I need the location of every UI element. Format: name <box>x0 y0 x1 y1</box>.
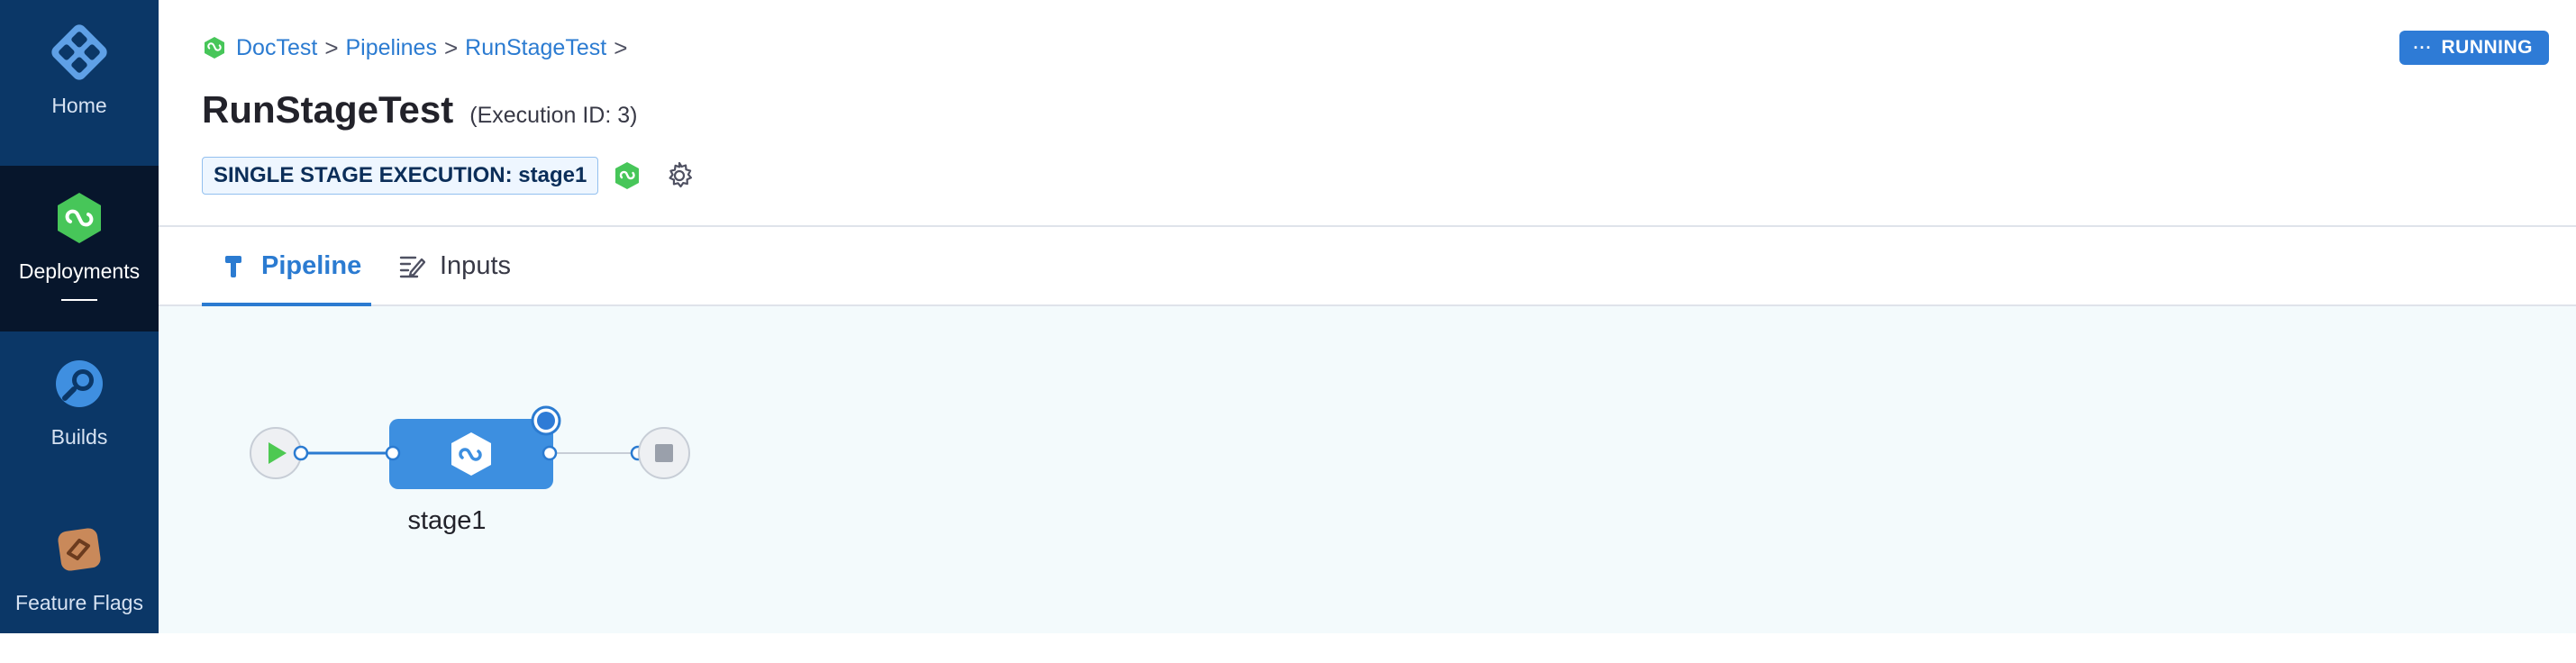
nav-item-deployments[interactable]: Deployments <box>0 166 159 332</box>
deployments-icon <box>58 193 101 243</box>
tab-pipeline[interactable]: Pipeline <box>202 227 371 306</box>
running-dots-icon: ··· <box>2413 38 2433 57</box>
status-badge: ··· RUNNING <box>2399 31 2549 65</box>
pipeline-end-node[interactable] <box>638 427 690 479</box>
nav-item-home[interactable]: Home <box>0 0 159 166</box>
title-row: RunStageTest (Execution ID: 3) <box>202 88 637 132</box>
pipeline-graph <box>250 405 690 489</box>
pipeline-canvas[interactable]: stage1 <box>159 306 2576 633</box>
tab-bar: Pipeline Inputs <box>159 227 2576 306</box>
deployments-module-icon <box>615 162 640 189</box>
tab-label-inputs: Inputs <box>440 250 511 280</box>
running-status-icon <box>531 405 561 436</box>
breadcrumb-pipeline[interactable]: RunStageTest <box>465 35 606 61</box>
stage-name-label: stage1 <box>407 506 487 535</box>
gear-icon[interactable] <box>663 159 696 192</box>
breadcrumb: DocTest > Pipelines > RunStageTest > <box>202 32 634 63</box>
stop-icon <box>655 444 673 462</box>
connector-port <box>293 445 309 461</box>
inputs-icon <box>399 256 425 278</box>
page-header: DocTest > Pipelines > RunStageTest > ···… <box>159 0 2576 227</box>
builds-icon <box>56 360 103 407</box>
single-stage-tag: SINGLE STAGE EXECUTION: stage1 <box>202 157 599 195</box>
tab-inputs[interactable]: Inputs <box>398 227 511 304</box>
breadcrumb-separator: > <box>443 33 459 61</box>
nav-item-builds[interactable]: Builds <box>0 332 159 497</box>
nav-label-home: Home <box>51 94 107 117</box>
breadcrumb-separator: > <box>614 33 628 61</box>
execution-id: (Execution ID: 3) <box>469 103 638 128</box>
main-navigation: Home Deployments Builds Feature Flags <box>0 0 159 633</box>
connector-port <box>542 445 558 461</box>
stage-node-stage1[interactable] <box>389 419 553 489</box>
nav-label-deployments: Deployments <box>18 259 141 283</box>
page-title: RunStageTest <box>202 88 454 131</box>
nav-item-feature-flags[interactable]: Feature Flags <box>0 497 159 663</box>
pipeline-icon <box>225 256 241 277</box>
nav-label-feature-flags: Feature Flags <box>15 591 143 614</box>
pipeline-start-node[interactable] <box>250 427 302 479</box>
connector-port <box>385 445 401 461</box>
tag-row: SINGLE STAGE EXECUTION: stage1 <box>202 157 696 195</box>
breadcrumb-pipelines[interactable]: Pipelines <box>346 35 437 61</box>
feature-flags-icon <box>58 528 101 571</box>
breadcrumb-project[interactable]: DocTest <box>236 35 317 61</box>
project-icon <box>205 37 224 59</box>
status-label: RUNNING <box>2441 37 2533 58</box>
nav-label-builds: Builds <box>50 425 108 449</box>
active-indicator <box>61 299 97 301</box>
breadcrumb-separator: > <box>324 33 339 61</box>
home-icon <box>51 24 107 80</box>
tab-label-pipeline: Pipeline <box>261 250 362 280</box>
